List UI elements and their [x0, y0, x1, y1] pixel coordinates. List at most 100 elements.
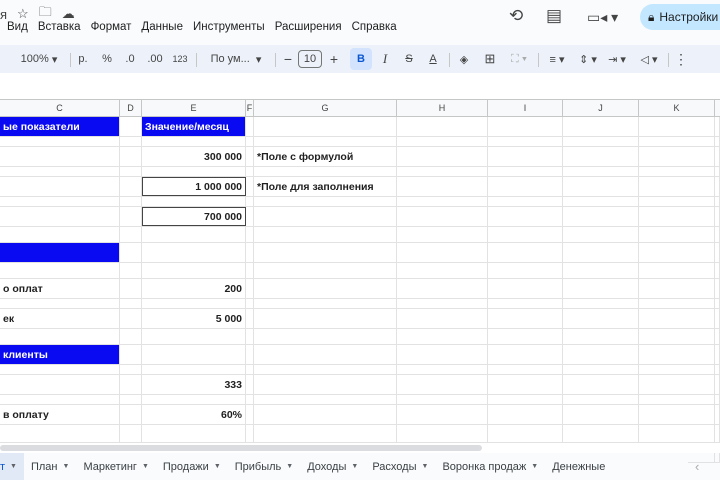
value-cell[interactable]: 200 — [142, 279, 246, 298]
cell[interactable] — [0, 329, 120, 344]
cell[interactable] — [488, 177, 563, 196]
cell[interactable] — [246, 395, 254, 404]
cell[interactable] — [563, 137, 639, 146]
cell[interactable] — [488, 329, 563, 344]
cell[interactable] — [715, 167, 720, 176]
cell[interactable] — [120, 207, 142, 226]
font-select[interactable]: По ум... ▾ — [204, 45, 268, 73]
more-formats-button[interactable]: 123 — [170, 45, 190, 73]
cell[interactable] — [120, 197, 142, 206]
cell[interactable] — [639, 167, 715, 176]
text-wrap-icon[interactable]: ⇥ ▾ — [603, 45, 631, 73]
cell[interactable] — [120, 329, 142, 344]
cell[interactable] — [488, 365, 563, 374]
sheet-tab[interactable]: Маркетинг ▼ — [76, 453, 155, 480]
cloud-status-icon[interactable]: ☁ — [62, 6, 75, 22]
label-cell[interactable]: в оплату — [0, 405, 120, 424]
cell[interactable] — [639, 117, 715, 136]
column-header-I[interactable]: I — [488, 100, 563, 117]
fill-color-icon[interactable]: ◈ — [456, 45, 472, 73]
label-cell[interactable]: клиенты — [0, 345, 120, 364]
font-size-input[interactable]: 10 — [298, 50, 322, 68]
share-button[interactable]: 🔒︎ Настройки — [640, 4, 720, 30]
cell[interactable] — [0, 395, 120, 404]
cell[interactable] — [0, 365, 120, 374]
doc-title[interactable]: я — [0, 7, 7, 22]
sheet-tab[interactable]: Расходы ▼ — [365, 453, 435, 480]
cell[interactable] — [488, 279, 563, 298]
tab-dropdown-icon[interactable]: ▼ — [142, 463, 149, 470]
cell[interactable] — [563, 365, 639, 374]
cell[interactable] — [397, 243, 488, 262]
cell[interactable] — [142, 365, 246, 374]
label-cell[interactable]: ые показатели — [0, 117, 120, 136]
cell[interactable] — [715, 263, 720, 278]
cell[interactable] — [397, 309, 488, 328]
sheet-tab[interactable]: Воронка продаж ▼ — [435, 453, 545, 480]
cell[interactable] — [246, 425, 254, 442]
cell[interactable] — [639, 227, 715, 242]
cell[interactable] — [639, 345, 715, 364]
cell[interactable] — [715, 425, 720, 442]
spreadsheet-grid[interactable]: CDEFGHIJK ые показатели Значение/месяц 300… — [0, 73, 720, 463]
cell[interactable] — [488, 243, 563, 262]
cell[interactable] — [639, 375, 715, 394]
menu-item[interactable]: Справка — [347, 21, 402, 33]
cell[interactable] — [639, 147, 715, 166]
cell[interactable] — [639, 299, 715, 308]
cell[interactable] — [0, 167, 120, 176]
cell[interactable] — [639, 395, 715, 404]
cell[interactable] — [563, 395, 639, 404]
cell[interactable] — [639, 329, 715, 344]
cell[interactable] — [120, 243, 142, 262]
cell[interactable] — [142, 243, 246, 262]
column-header-G[interactable]: G — [254, 100, 397, 117]
cell[interactable] — [397, 137, 488, 146]
cell[interactable] — [715, 147, 720, 166]
cell[interactable] — [120, 137, 142, 146]
cell[interactable] — [397, 207, 488, 226]
value-cell[interactable]: 700 000 — [142, 207, 246, 226]
cell[interactable] — [488, 405, 563, 424]
column-header-D[interactable]: D — [120, 100, 142, 117]
cell[interactable] — [639, 365, 715, 374]
column-header-E[interactable]: E — [142, 100, 246, 117]
cell[interactable] — [563, 329, 639, 344]
cell[interactable] — [120, 117, 142, 136]
cell[interactable] — [246, 147, 254, 166]
cell[interactable] — [715, 197, 720, 206]
cell[interactable] — [0, 375, 120, 394]
cell[interactable] — [246, 263, 254, 278]
cell[interactable] — [397, 279, 488, 298]
cell[interactable] — [715, 177, 720, 196]
cell[interactable] — [639, 243, 715, 262]
cell[interactable] — [639, 137, 715, 146]
italic-button[interactable]: I — [378, 45, 392, 73]
sheet-tab[interactable]: Денежные — [545, 453, 612, 480]
cell[interactable] — [254, 263, 397, 278]
cell[interactable] — [563, 345, 639, 364]
cell[interactable] — [397, 405, 488, 424]
cell[interactable] — [246, 137, 254, 146]
cell[interactable] — [488, 299, 563, 308]
cell[interactable] — [639, 405, 715, 424]
cell[interactable] — [397, 299, 488, 308]
cell[interactable] — [488, 227, 563, 242]
cell[interactable] — [397, 197, 488, 206]
more-options-icon[interactable]: ⋮ — [674, 45, 688, 73]
cell[interactable] — [639, 177, 715, 196]
cell[interactable] — [715, 279, 720, 298]
cell[interactable] — [397, 425, 488, 442]
cell[interactable] — [246, 117, 254, 136]
cell[interactable] — [254, 243, 397, 262]
column-header-J[interactable]: J — [563, 100, 639, 117]
value-cell[interactable]: 1 000 000 — [142, 177, 246, 196]
cell[interactable] — [397, 147, 488, 166]
cell[interactable] — [0, 299, 120, 308]
cell[interactable] — [246, 279, 254, 298]
cell[interactable] — [397, 345, 488, 364]
horizontal-scrollbar[interactable] — [0, 443, 720, 453]
cell[interactable] — [246, 197, 254, 206]
note-cell[interactable]: *Поле с формулой — [254, 147, 397, 166]
increase-decimal-button[interactable]: .00 — [146, 45, 164, 73]
